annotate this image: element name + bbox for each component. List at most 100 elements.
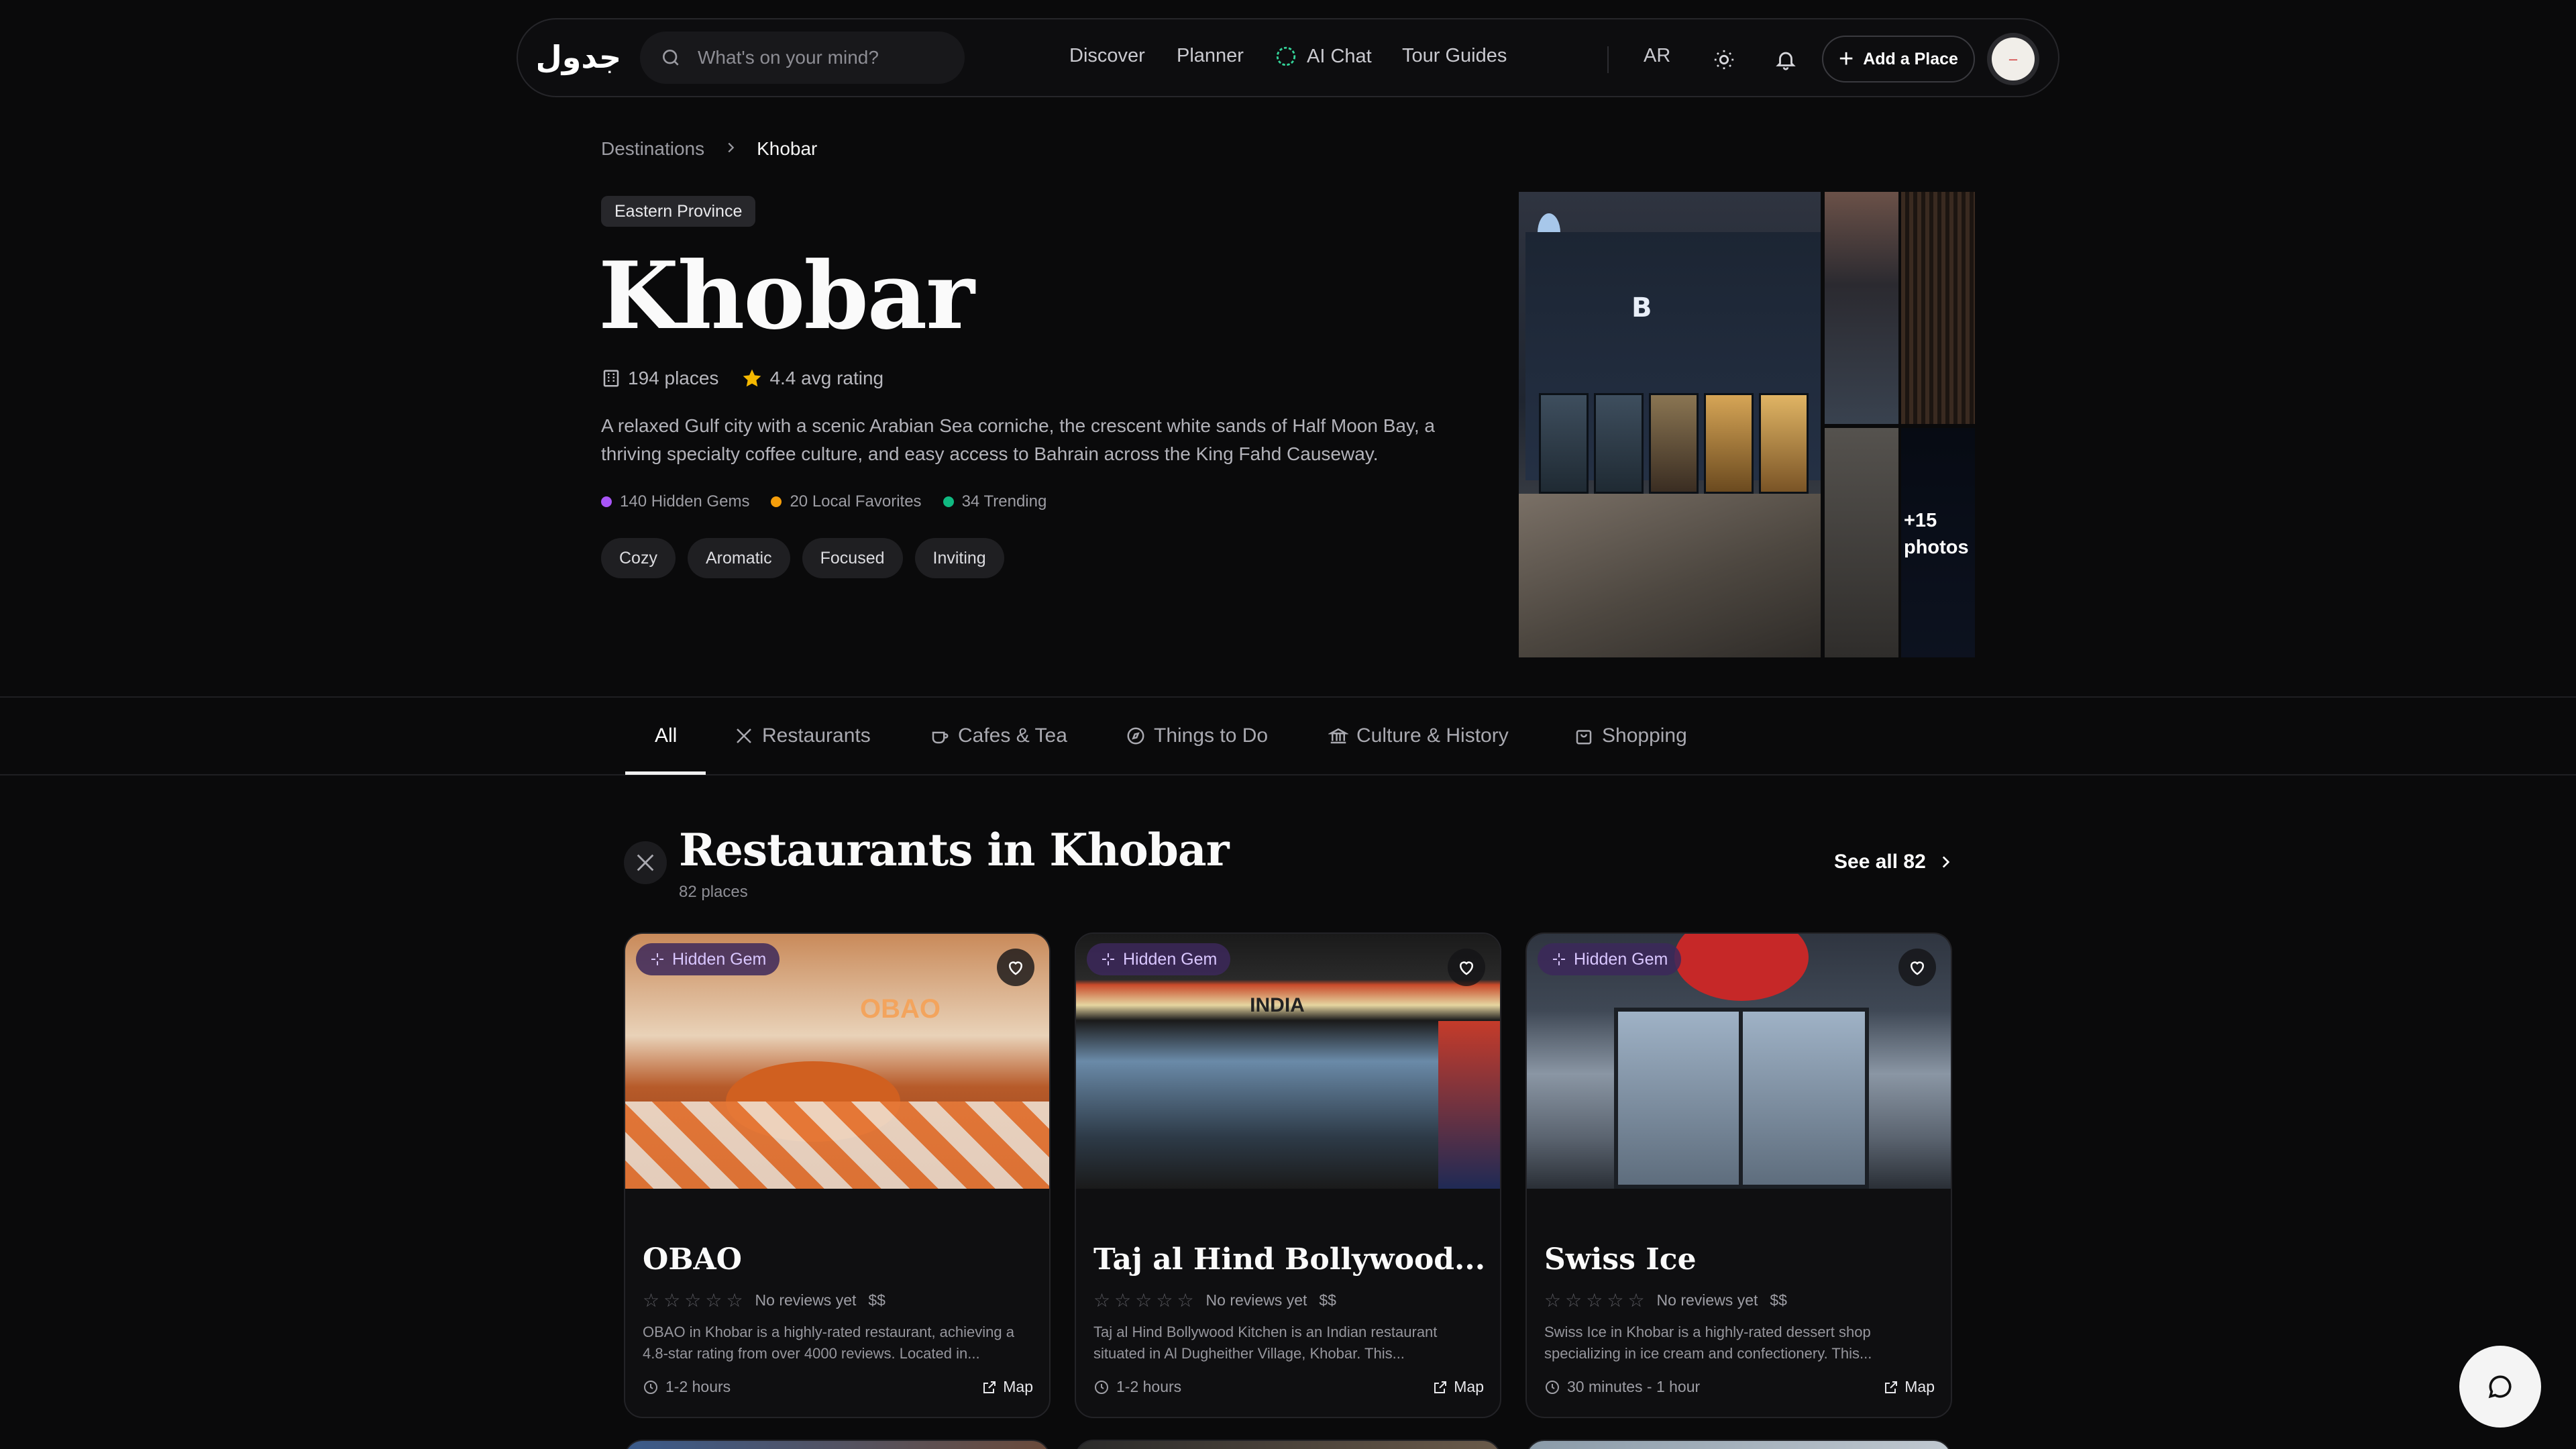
breadcrumb-current: Khobar <box>757 138 818 159</box>
visit-duration: 1-2 hours <box>643 1378 731 1396</box>
add-place-label: Add a Place <box>1863 49 1958 68</box>
heart-icon <box>1459 961 1474 975</box>
star-rating-icon: ☆ ☆ ☆ ☆ ☆ <box>1093 1290 1194 1311</box>
tab-restaurants[interactable]: Restaurants <box>734 724 871 747</box>
sparkle-icon <box>651 953 663 965</box>
search-placeholder: What's on your mind? <box>698 47 879 68</box>
mood-tag-aromatic[interactable]: Aromatic <box>687 538 790 578</box>
heart-icon <box>1910 961 1925 975</box>
search-icon <box>663 50 679 66</box>
star-rating-icon: ☆ ☆ ☆ ☆ ☆ <box>1544 1290 1645 1311</box>
bell-icon <box>1776 52 1796 70</box>
hidden-gem-badge: Hidden Gem <box>1538 943 1682 975</box>
theme-toggle-button[interactable] <box>1709 45 1739 74</box>
place-description: Taj al Hind Bollywood Kitchen is an Indi… <box>1093 1324 1438 1362</box>
gallery-thumb-1[interactable] <box>1825 192 1898 424</box>
highlight-stats: 140 Hidden Gems 20 Local Favorites 34 Tr… <box>601 492 1068 511</box>
external-link-icon <box>983 1381 996 1393</box>
external-link-icon <box>1434 1381 1447 1393</box>
place-rating-row: ☆ ☆ ☆ ☆ ☆ No reviews yet $$ <box>1093 1290 1336 1311</box>
map-link[interactable]: Map <box>981 1378 1033 1396</box>
search-input[interactable]: What's on your mind? <box>640 32 965 84</box>
nav-link-tour-guides[interactable]: Tour Guides <box>1402 45 1507 67</box>
active-tab-indicator <box>625 771 706 775</box>
city-stats: 194 places 4.4 avg rating <box>601 368 883 389</box>
orange-dot-icon <box>771 496 782 507</box>
avg-rating: 4.4 avg rating <box>769 368 884 388</box>
nav-link-discover[interactable]: Discover <box>1069 45 1145 67</box>
tab-cafes-tea[interactable]: Cafes & Tea <box>930 724 1067 747</box>
sparkle-icon <box>1553 953 1565 965</box>
place-card[interactable]: INDIA Hidden Gem Taj al Hind Bollywood..… <box>1075 932 1501 1418</box>
section-title: Restaurants in Khobar <box>679 824 1229 876</box>
breadcrumb-destinations[interactable]: Destinations <box>601 138 704 160</box>
tab-shopping[interactable]: Shopping <box>1574 724 1687 747</box>
place-rating-row: ☆ ☆ ☆ ☆ ☆ No reviews yet $$ <box>1544 1290 1787 1311</box>
clock-icon <box>1095 1380 1108 1394</box>
gallery-thumb-3[interactable] <box>1825 428 1898 657</box>
sparkle-icon <box>1102 953 1114 965</box>
place-card[interactable]: OBAO Hidden Gem OBAO ☆ ☆ ☆ ☆ ☆ No reviews ye… <box>624 932 1051 1418</box>
visit-duration: 1-2 hours <box>1093 1378 1181 1396</box>
highlight-trending: 34 Trending <box>943 492 1046 511</box>
more-photos-overlay[interactable]: +15 photos <box>1901 428 1975 657</box>
chat-button[interactable] <box>2459 1346 2541 1428</box>
place-card-peek[interactable] <box>1075 1440 1501 1449</box>
nav-divider <box>1607 46 1609 73</box>
place-name[interactable]: Taj al Hind Bollywood... <box>1093 1242 1485 1277</box>
storefront-sign: INDIA <box>1250 994 1305 1016</box>
hidden-gem-badge: Hidden Gem <box>1087 943 1231 975</box>
star-icon <box>743 369 761 387</box>
nav-link-planner[interactable]: Planner <box>1177 45 1244 67</box>
chevron-right-icon <box>723 138 738 160</box>
landmark-icon <box>1328 728 1348 744</box>
green-dot-icon <box>943 496 954 507</box>
hidden-gem-badge: Hidden Gem <box>636 943 780 975</box>
user-avatar[interactable]: – <box>1987 33 2039 85</box>
language-toggle[interactable]: AR <box>1644 45 1670 67</box>
place-name[interactable]: Swiss Ice <box>1544 1242 1697 1277</box>
ai-sparkle-icon <box>1276 46 1296 66</box>
sun-icon <box>1714 50 1734 70</box>
see-all-link[interactable]: See all 82 <box>1834 851 1954 873</box>
city-description: A relaxed Gulf city with a scenic Arabia… <box>601 415 1436 464</box>
tab-all[interactable]: All <box>655 724 677 747</box>
nav-link-ai-chat[interactable]: AI Chat <box>1275 45 1372 68</box>
restaurant-section-icon <box>624 841 667 884</box>
clock-icon <box>1546 1380 1559 1394</box>
site-logo[interactable]: جدول <box>535 37 621 80</box>
mood-tag-inviting[interactable]: Inviting <box>914 538 1004 578</box>
place-card[interactable]: Hidden Gem Swiss Ice ☆ ☆ ☆ ☆ ☆ No reviews ye… <box>1525 932 1952 1418</box>
compass-icon <box>1127 727 1144 745</box>
gallery-thumb-2[interactable] <box>1901 192 1975 424</box>
obao-sign: OBAO <box>860 994 941 1024</box>
place-name[interactable]: OBAO <box>643 1242 742 1277</box>
tab-things-to-do[interactable]: Things to Do <box>1126 724 1268 747</box>
place-card-peek[interactable] <box>624 1440 1051 1449</box>
chevron-right-icon <box>1942 856 1950 868</box>
svg-text:جدول: جدول <box>538 39 619 75</box>
highlight-local-favorites: 20 Local Favorites <box>771 492 922 511</box>
nav-link-ai-chat-label: AI Chat <box>1307 45 1372 67</box>
region-badge: Eastern Province <box>601 196 756 227</box>
place-card-peek[interactable] <box>1525 1440 1952 1449</box>
photo-gallery[interactable]: B +15 photos <box>1519 192 1975 657</box>
favorite-button[interactable] <box>1448 949 1485 986</box>
map-link[interactable]: Map <box>1883 1378 1935 1396</box>
mood-tag-focused[interactable]: Focused <box>802 538 903 578</box>
star-rating-icon: ☆ ☆ ☆ ☆ ☆ <box>643 1290 743 1311</box>
gallery-main-photo[interactable]: B <box>1519 192 1821 657</box>
favorite-button[interactable] <box>1898 949 1936 986</box>
mood-tag-cozy[interactable]: Cozy <box>601 538 676 578</box>
bag-icon <box>1576 730 1592 745</box>
breadcrumb: Destinations Khobar <box>601 138 817 160</box>
notifications-button[interactable] <box>1771 45 1801 74</box>
tab-culture-history[interactable]: Culture & History <box>1328 724 1509 747</box>
map-link[interactable]: Map <box>1432 1378 1484 1396</box>
visit-duration: 30 minutes - 1 hour <box>1544 1378 1700 1396</box>
add-place-button[interactable]: + Add a Place <box>1822 36 1975 83</box>
favorite-button[interactable] <box>997 949 1034 986</box>
see-all-label: See all 82 <box>1834 851 1926 873</box>
purple-dot-icon <box>601 496 612 507</box>
mood-tags: Cozy Aromatic Focused Inviting <box>601 538 1016 578</box>
